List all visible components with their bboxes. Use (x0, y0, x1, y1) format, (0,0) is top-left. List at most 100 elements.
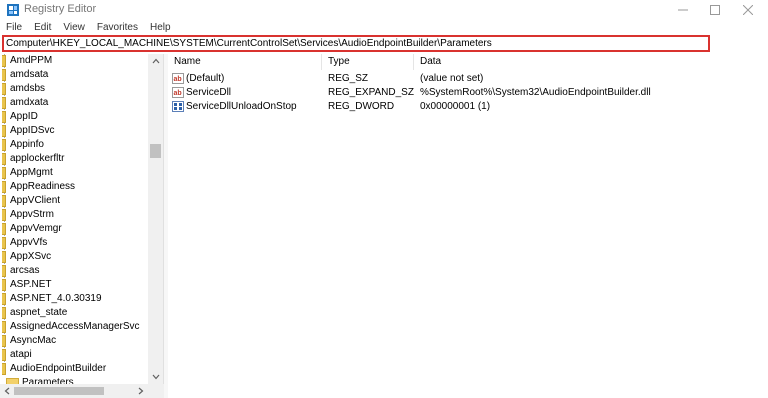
menu-view[interactable]: View (57, 21, 91, 35)
menu-favorites[interactable]: Favorites (91, 21, 144, 35)
tree-item[interactable]: amdsata (0, 68, 148, 82)
tree-vertical-scrollbar[interactable] (148, 54, 163, 384)
tree-item-label: AppID (10, 111, 38, 122)
tree-item[interactable]: applockerfltr (0, 152, 148, 166)
binary-value-icon (172, 101, 184, 112)
menu-file[interactable]: File (0, 21, 28, 35)
scroll-right-button[interactable] (134, 384, 148, 398)
tree-item-label: AppVClient (10, 195, 61, 206)
column-header-type[interactable]: Type (322, 54, 414, 70)
tree-item[interactable]: AssignedAccessManagerSvc (0, 320, 148, 334)
chevron-down-icon (152, 374, 159, 380)
folder-icon (2, 279, 6, 291)
address-path[interactable]: Computer\HKEY_LOCAL_MACHINE\SYSTEM\Curre… (6, 38, 492, 49)
chevron-up-icon (152, 58, 159, 64)
tree-item[interactable]: aspnet_state (0, 306, 148, 320)
tree-item[interactable]: AppID (0, 110, 148, 124)
string-value-icon: ab (172, 87, 184, 98)
folder-icon (2, 69, 6, 81)
tree-item-label: amdsbs (10, 83, 46, 94)
tree-item[interactable]: AmdPPM (0, 54, 148, 68)
tree-item-label: Appinfo (10, 139, 44, 150)
value-row[interactable]: ab (Default) REG_SZ (value not set) (168, 72, 768, 86)
scroll-left-button[interactable] (0, 384, 14, 398)
tree-item[interactable]: AppIDSvc (0, 124, 148, 138)
values-list[interactable]: Name Type Data ab (Default) REG_SZ (valu… (168, 54, 768, 398)
tree-item[interactable]: AppvVfs (0, 236, 148, 250)
tree-item-label: AudioEndpointBuilder (10, 363, 107, 374)
scroll-thumb[interactable] (150, 144, 161, 158)
tree-item[interactable]: AppVClient (0, 194, 148, 208)
tree-item-label: AppMgmt (10, 167, 53, 178)
close-button[interactable] (733, 0, 763, 20)
tree-item[interactable]: AudioEndpointBuilder (0, 362, 148, 376)
tree-item-selected[interactable]: Parameters (0, 376, 148, 384)
minimize-button[interactable] (668, 0, 698, 20)
tree-item[interactable]: AsyncMac (0, 334, 148, 348)
tree-item-label: AppIDSvc (10, 125, 55, 136)
folder-icon (2, 83, 6, 95)
menu-edit[interactable]: Edit (28, 21, 57, 35)
scroll-down-button[interactable] (148, 370, 163, 384)
tree-item-label: AmdPPM (10, 55, 53, 66)
folder-icon (2, 293, 6, 305)
tree-item[interactable]: AppXSvc (0, 250, 148, 264)
folder-icon (2, 97, 6, 109)
tree-item-label: applockerfltr (10, 153, 65, 164)
tree-item-label: aspnet_state (10, 307, 68, 318)
folder-icon (2, 195, 6, 207)
tree-item[interactable]: arcsas (0, 264, 148, 278)
tree-item-label: ASP.NET_4.0.30319 (10, 293, 102, 304)
folder-icon (2, 111, 6, 123)
svg-text:ab: ab (174, 90, 182, 97)
tree-item[interactable]: amdxata (0, 96, 148, 110)
folder-icon (2, 139, 6, 151)
scroll-thumb[interactable] (14, 387, 104, 395)
tree-item[interactable]: Appinfo (0, 138, 148, 152)
folder-icon (2, 167, 6, 179)
tree-item-label: amdxata (10, 97, 49, 108)
key-tree[interactable]: AmdPPM amdsata amdsbs amdxata AppID AppI… (0, 54, 164, 384)
tree-item-label: Parameters (22, 377, 74, 384)
tree-item-label: AppReadiness (10, 181, 76, 192)
tree-item-label: atapi (10, 349, 32, 360)
address-bar[interactable]: Computer\HKEY_LOCAL_MACHINE\SYSTEM\Curre… (2, 35, 710, 52)
value-type: REG_EXPAND_SZ (328, 87, 414, 98)
tree-item-label: ASP.NET (10, 279, 52, 290)
tree-item[interactable]: AppMgmt (0, 166, 148, 180)
value-name: (Default) (186, 73, 225, 84)
folder-icon (2, 349, 6, 361)
tree-item[interactable]: atapi (0, 348, 148, 362)
value-name: ServiceDllUnloadOnStop (186, 101, 297, 112)
tree-item[interactable]: AppvStrm (0, 208, 148, 222)
tree-item[interactable]: amdsbs (0, 82, 148, 96)
tree-item[interactable]: AppvVemgr (0, 222, 148, 236)
folder-icon (2, 125, 6, 137)
tree-item-label: AppvStrm (10, 209, 54, 220)
chevron-left-icon (4, 387, 10, 395)
string-value-icon: ab (172, 73, 184, 84)
tree-horizontal-scrollbar[interactable] (0, 384, 164, 398)
scrollbar-corner (148, 384, 164, 398)
folder-icon (2, 153, 6, 165)
tree-item-label: AsyncMac (10, 335, 57, 346)
maximize-button[interactable] (700, 0, 730, 20)
column-header-data[interactable]: Data (414, 54, 768, 70)
folder-icon (2, 265, 6, 277)
folder-icon (2, 181, 6, 193)
value-name: ServiceDll (186, 87, 232, 98)
tree-item-label: AppvVemgr (10, 223, 62, 234)
folder-icon (2, 237, 6, 249)
value-row[interactable]: ab ServiceDll REG_EXPAND_SZ %SystemRoot%… (168, 86, 768, 100)
chevron-right-icon (138, 387, 144, 395)
value-row[interactable]: ServiceDllUnloadOnStop REG_DWORD 0x00000… (168, 100, 768, 114)
scroll-up-button[interactable] (148, 54, 163, 68)
tree-item[interactable]: ASP.NET_4.0.30319 (0, 292, 148, 306)
tree-item[interactable]: ASP.NET (0, 278, 148, 292)
value-data: (value not set) (420, 73, 484, 84)
tree-item[interactable]: AppReadiness (0, 180, 148, 194)
tree-item-label: AssignedAccessManagerSvc (10, 321, 140, 332)
menu-help[interactable]: Help (144, 21, 177, 35)
folder-icon (2, 321, 6, 333)
column-header-name[interactable]: Name (168, 54, 322, 70)
